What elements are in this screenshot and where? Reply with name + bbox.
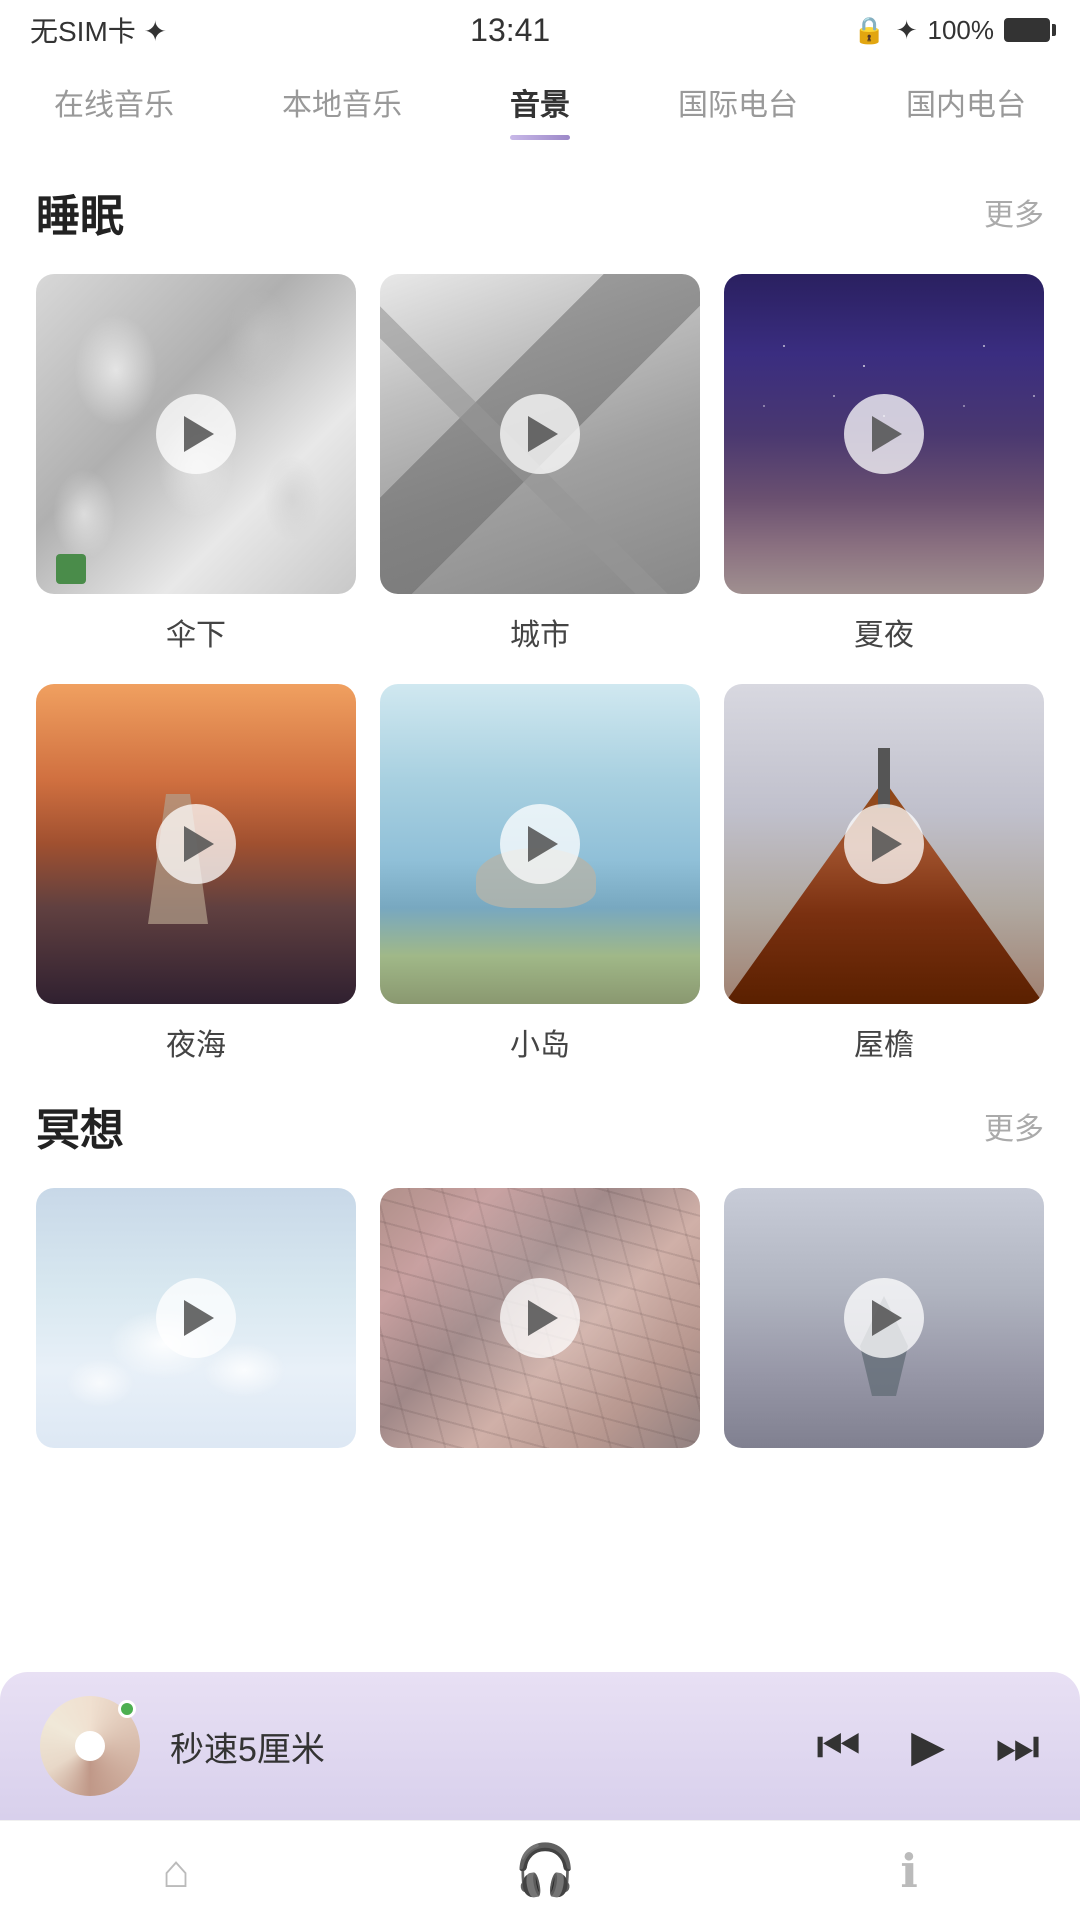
card-image-city [380, 274, 700, 594]
player-next-btn[interactable] [995, 1717, 1040, 1776]
player-play-btn[interactable] [911, 1721, 945, 1772]
nav-info[interactable] [900, 1844, 917, 1898]
tab-online-music[interactable]: 在线音乐 [54, 80, 174, 140]
card-label-roof: 屋檐 [854, 1020, 914, 1064]
card-image-stone [724, 1188, 1044, 1448]
tab-active-indicator [510, 135, 570, 140]
sleep-more-btn[interactable]: 更多 [984, 190, 1044, 234]
card-image-night [724, 274, 1044, 594]
card-label-sea-night: 夜海 [166, 1020, 226, 1064]
play-btn-stone[interactable] [844, 1278, 924, 1358]
card-city[interactable]: 城市 [380, 274, 700, 654]
sleep-title: 睡眠 [36, 180, 124, 244]
card-label-night: 夏夜 [854, 610, 914, 654]
lock-icon: 🔒 [853, 15, 885, 46]
play-btn-city[interactable] [500, 394, 580, 474]
card-umbrellas[interactable]: 伞下 [36, 274, 356, 654]
sleep-row-1: 伞下 城市 夏夜 [36, 274, 1044, 654]
status-carrier: 无SIM卡 ✦ [30, 10, 167, 50]
play-btn-night[interactable] [844, 394, 924, 474]
player-bar[interactable]: 秒速5厘米 [0, 1672, 1080, 1820]
tab-local-radio[interactable]: 国内电台 [906, 80, 1026, 140]
main-content: 睡眠 更多 伞下 城市 [0, 140, 1080, 1448]
play-btn-clouds[interactable] [156, 1278, 236, 1358]
card-label-umbrellas: 伞下 [166, 610, 226, 654]
bluetooth-icon: ✦ [896, 15, 918, 46]
play-btn-roof[interactable] [844, 804, 924, 884]
tab-bar: 在线音乐 本地音乐 音景 国际电台 国内电台 [0, 60, 1080, 140]
play-triangle-icon [184, 1300, 214, 1336]
player-track-title: 秒速5厘米 [170, 1722, 786, 1771]
play-btn-sea-night[interactable] [156, 804, 236, 884]
album-online-dot [118, 1700, 136, 1718]
card-image-island [380, 684, 700, 1004]
sleep-row-2: 夜海 小岛 屋檐 [36, 684, 1044, 1064]
home-icon [162, 1844, 190, 1898]
status-right: 🔒 ✦ 100% [853, 15, 1050, 46]
card-stone[interactable] [724, 1188, 1044, 1448]
play-btn-island[interactable] [500, 804, 580, 884]
play-triangle-icon [872, 416, 902, 452]
play-triangle-icon [528, 826, 558, 862]
card-marble[interactable] [380, 1188, 700, 1448]
play-triangle-icon [872, 1300, 902, 1336]
battery-icon [1004, 18, 1050, 42]
tab-intl-radio[interactable]: 国际电台 [678, 80, 798, 140]
bottom-nav [0, 1820, 1080, 1920]
card-night[interactable]: 夏夜 [724, 274, 1044, 654]
meditation-title: 冥想 [36, 1094, 124, 1158]
battery-percent: 100% [928, 15, 995, 46]
player-album-art [40, 1696, 140, 1796]
card-roof[interactable]: 屋檐 [724, 684, 1044, 1064]
music-icon [514, 1841, 576, 1900]
play-triangle-icon [528, 416, 558, 452]
card-sea-night[interactable]: 夜海 [36, 684, 356, 1064]
card-island[interactable]: 小岛 [380, 684, 700, 1064]
play-btn-marble[interactable] [500, 1278, 580, 1358]
nav-home[interactable] [162, 1844, 190, 1898]
player-prev-btn[interactable] [816, 1717, 861, 1776]
play-triangle-icon [872, 826, 902, 862]
card-image-sea-night [36, 684, 356, 1004]
card-label-island: 小岛 [510, 1020, 570, 1064]
meditation-more-btn[interactable]: 更多 [984, 1104, 1044, 1148]
tab-soundscape[interactable]: 音景 [510, 80, 570, 140]
meditation-section-header: 冥想 更多 [36, 1094, 1044, 1158]
player-controls [816, 1717, 1040, 1776]
play-triangle-icon [184, 826, 214, 862]
nav-music[interactable] [514, 1841, 576, 1900]
card-clouds[interactable] [36, 1188, 356, 1448]
play-btn-umbrellas[interactable] [156, 394, 236, 474]
card-image-clouds [36, 1188, 356, 1448]
card-image-roof [724, 684, 1044, 1004]
sleep-section-header: 睡眠 更多 [36, 180, 1044, 244]
status-time: 13:41 [470, 12, 550, 49]
card-label-city: 城市 [510, 610, 570, 654]
tab-local-music[interactable]: 本地音乐 [282, 80, 402, 140]
status-bar: 无SIM卡 ✦ 13:41 🔒 ✦ 100% [0, 0, 1080, 60]
play-triangle-icon [184, 416, 214, 452]
card-image-marble [380, 1188, 700, 1448]
card-image-umbrellas [36, 274, 356, 594]
meditation-row-1 [36, 1188, 1044, 1448]
info-icon [900, 1844, 917, 1898]
play-triangle-icon [528, 1300, 558, 1336]
